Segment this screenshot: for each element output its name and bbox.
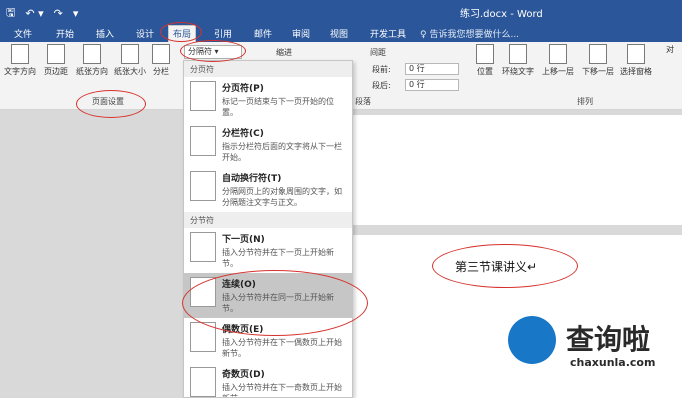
watermark-text: 查询啦 (566, 323, 651, 356)
section-breaks-section: 分节符 (184, 212, 352, 228)
paragraph-group-label: 段落 (355, 97, 371, 106)
annotation-ellipse-page-setup (76, 90, 146, 118)
columns-button[interactable]: 分栏 (152, 44, 170, 77)
tab-references[interactable]: 引用 (210, 26, 236, 41)
breaks-menu: 分页符 分页符(P) 标记一页结束与下一页开始的位置。 分栏符(C) 指示分栏符后面… (183, 60, 353, 398)
watermark-url: chaxunla.com (570, 356, 656, 369)
spacing-before-field[interactable]: 0 行 (405, 63, 459, 75)
wrap-text-icon (509, 44, 527, 64)
page-breaks-section: 分页符 (184, 61, 352, 77)
orientation-icon (83, 44, 101, 64)
quick-access-toolbar: 🖫 ↶ ▾ ↷ ▾ (6, 4, 78, 23)
position-icon (476, 44, 494, 64)
chaxunla-logo-icon (508, 316, 556, 364)
page-1 (350, 115, 682, 225)
annotation-ellipse-layout-tab (160, 22, 202, 42)
save-icon[interactable]: 🖫 (6, 4, 15, 23)
spacing-after-label: 段后: (372, 81, 391, 90)
margins-icon (47, 44, 65, 64)
send-backward-button[interactable]: 下移一层 (582, 44, 614, 77)
columns-icon (152, 44, 170, 64)
text-direction-icon (11, 44, 29, 64)
spacing-before-label: 段前: (372, 65, 391, 74)
menu-item-next-page[interactable]: 下一页(N) 插入分节符并在下一页上开始新节。 (184, 228, 352, 273)
text-direction-button[interactable]: 文字方向 (4, 44, 36, 77)
annotation-ellipse-heading (432, 244, 578, 288)
annotation-ellipse-continuous (182, 270, 368, 336)
selection-pane-button[interactable]: 选择窗格 (620, 44, 652, 77)
tab-mailings[interactable]: 邮件 (250, 26, 276, 41)
align-button[interactable]: 对 (666, 44, 674, 55)
wrap-text-button[interactable]: 环绕文字 (502, 44, 534, 77)
tab-developer[interactable]: 开发工具 (366, 26, 410, 41)
menu-item-odd-page[interactable]: 奇数页(D)插入分节符并在下一奇数页上开始新节。 (184, 363, 352, 397)
bring-forward-button[interactable]: 上移一层 (542, 44, 574, 77)
menu-item-text-wrapping[interactable]: 自动换行符(T) 分隔网页上的对象周围的文字，如分隔题注文字与正文。 (184, 167, 352, 212)
position-button[interactable]: 位置 (476, 44, 494, 77)
next-page-icon (190, 232, 216, 262)
tab-file[interactable]: 文件 (10, 26, 36, 41)
tab-design[interactable]: 设计 (132, 26, 158, 41)
tab-home[interactable]: 开始 (52, 26, 78, 41)
arrange-group-label: 排列 (577, 97, 593, 106)
menu-item-column-break[interactable]: 分栏符(C) 指示分栏符后面的文字将从下一栏开始。 (184, 122, 352, 167)
send-backward-icon (589, 44, 607, 64)
column-break-icon (190, 126, 216, 156)
tab-review[interactable]: 审阅 (288, 26, 314, 41)
size-icon (121, 44, 139, 64)
annotation-ellipse-breaks (180, 40, 246, 62)
size-button[interactable]: 纸张大小 (114, 44, 146, 77)
tell-me-search[interactable]: ♀ 告诉我您想要做什么... (420, 27, 519, 40)
redo-icon[interactable]: ↷ (54, 7, 63, 20)
tab-view[interactable]: 视图 (326, 26, 352, 41)
tab-insert[interactable]: 插入 (92, 26, 118, 41)
margins-button[interactable]: 页边距 (44, 44, 68, 77)
spacing-after-field[interactable]: 0 行 (405, 79, 459, 91)
menu-item-page-break[interactable]: 分页符(P) 标记一页结束与下一页开始的位置。 (184, 77, 352, 122)
ribbon-tabs: 文件 开始 插入 设计 布局 引用 邮件 审阅 视图 开发工具 ♀ 告诉我您想要… (0, 24, 682, 42)
selection-pane-icon (627, 44, 645, 64)
customize-qat-icon[interactable]: ▾ (73, 7, 79, 20)
text-wrapping-icon (190, 171, 216, 201)
bring-forward-icon (549, 44, 567, 64)
orientation-button[interactable]: 纸张方向 (76, 44, 108, 77)
page-break-icon (190, 81, 216, 111)
title-bar: 🖫 ↶ ▾ ↷ ▾ 练习.docx - Word (0, 0, 682, 24)
odd-page-icon (190, 367, 216, 397)
spacing-label: 间距 (370, 48, 386, 57)
indent-label: 缩进 (276, 48, 292, 57)
undo-icon[interactable]: ↶ ▾ (25, 7, 43, 20)
window-title: 练习.docx - Word (460, 9, 543, 20)
